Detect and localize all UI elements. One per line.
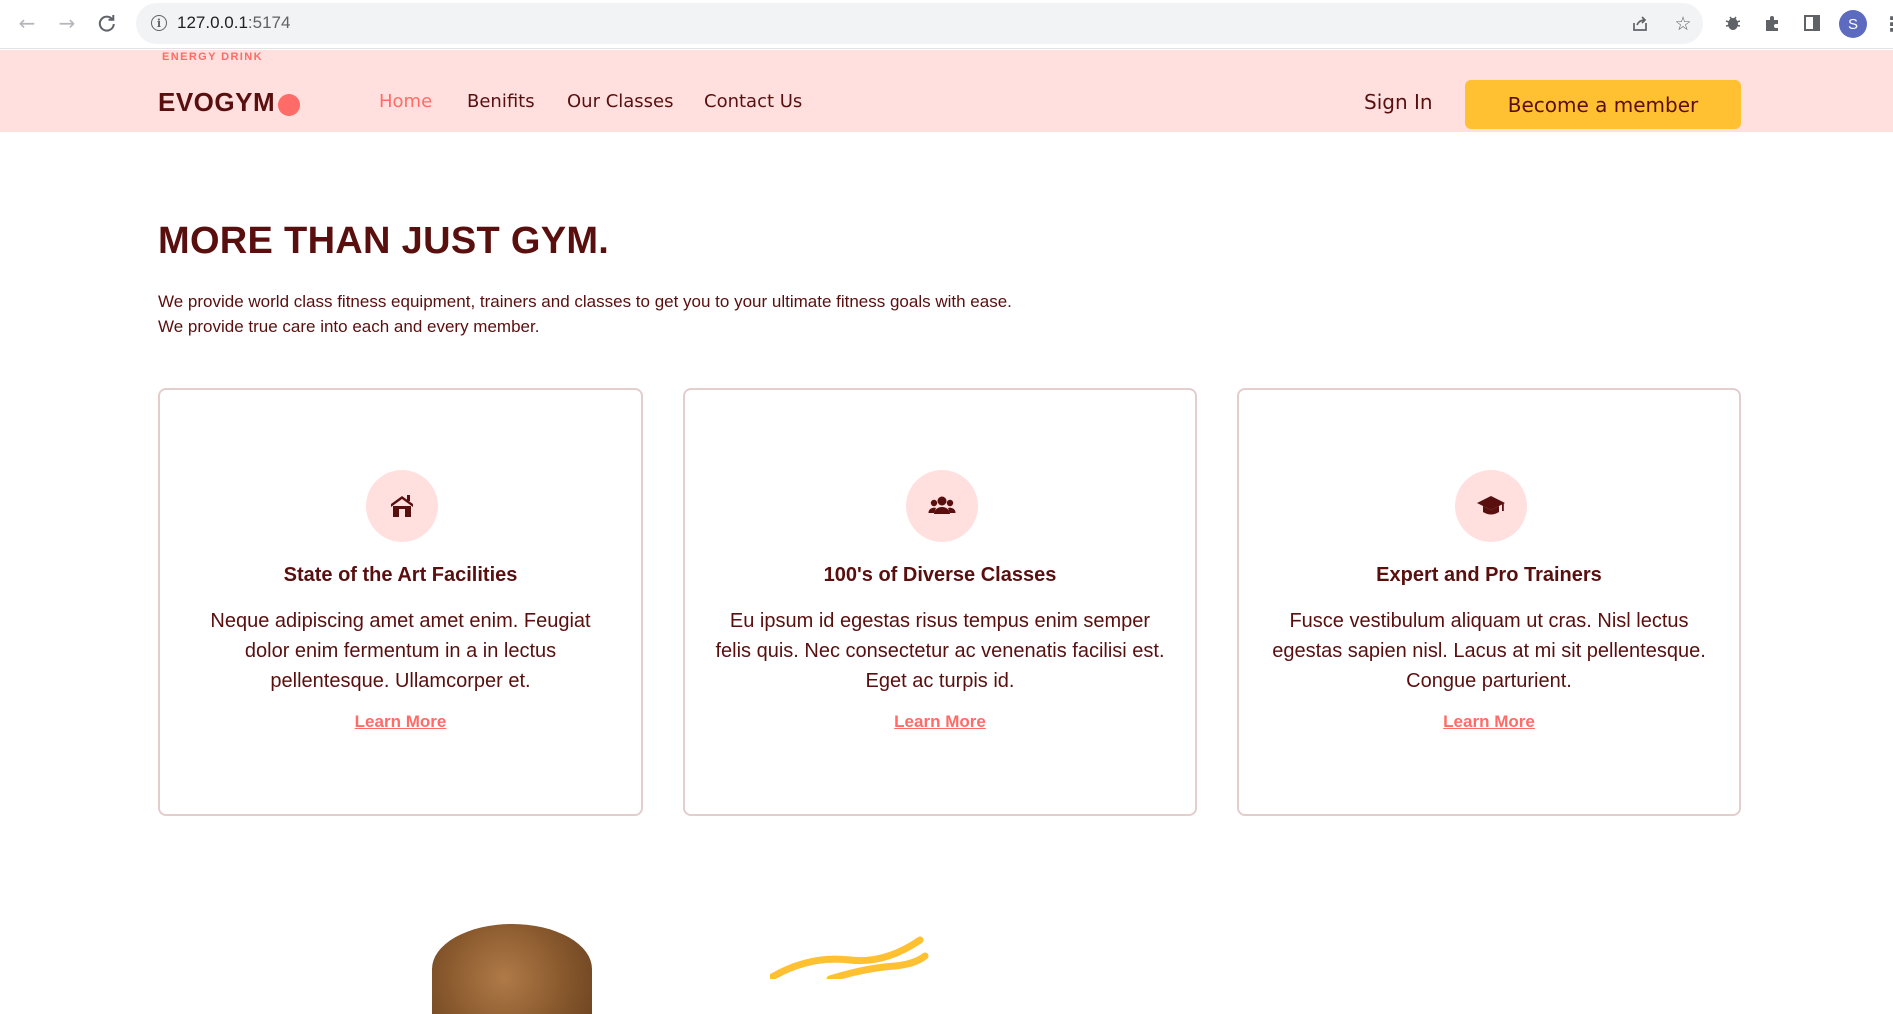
extensions-puzzle-icon[interactable] [1761, 11, 1785, 35]
decorative-squiggle [770, 936, 929, 979]
card-title: State of the Art Facilities [283, 564, 518, 586]
nav-link-contact-us[interactable]: Contact Us [704, 93, 802, 111]
logo-subtitle: ENERGY DRINK [162, 51, 263, 63]
become-member-button[interactable]: Become a member [1465, 80, 1741, 129]
home-icon [366, 470, 438, 542]
logo-dot-icon [278, 94, 300, 116]
card-text: Fusce vestibulum aliquam ut cras. Nisl l… [1272, 610, 1706, 692]
page-title: MORE THAN JUST GYM. [158, 220, 610, 262]
learn-more-link[interactable]: Learn More [1239, 712, 1739, 732]
learn-more-link[interactable]: Learn More [160, 712, 641, 732]
card-text: Eu ipsum id egestas risus tempus enim se… [715, 610, 1165, 692]
card-title: Expert and Pro Trainers [1376, 564, 1602, 586]
users-icon [906, 470, 978, 542]
browser-menu-icon[interactable]: ⋮ [1882, 12, 1893, 36]
learn-more-link[interactable]: Learn More [685, 712, 1195, 732]
graduation-cap-icon [1455, 470, 1527, 542]
profile-avatar[interactable]: S [1839, 10, 1867, 38]
url-text[interactable]: 127.0.0.1:5174 [177, 13, 290, 33]
logo[interactable]: EVOGYM [158, 89, 275, 115]
forward-arrow-icon[interactable]: → [53, 9, 81, 37]
side-panel-icon[interactable] [1800, 11, 1824, 35]
bug-extension-icon[interactable] [1721, 11, 1745, 35]
nav-link-home[interactable]: Home [379, 93, 432, 111]
share-icon[interactable] [1629, 13, 1651, 35]
card-text: Neque adipiscing amet amet enim. Feugiat… [210, 610, 591, 692]
hero-description: We provide world class fitness equipment… [158, 289, 1012, 339]
benefit-card-facilities: State of the Art Facilities Neque adipis… [158, 388, 643, 816]
site-info-icon[interactable]: i [151, 15, 167, 31]
benefit-card-classes: 100's of Diverse Classes Eu ipsum id ege… [683, 388, 1197, 816]
browser-toolbar: ← → i 127.0.0.1:5174 ☆ S ⋮ [0, 0, 1893, 49]
back-arrow-icon[interactable]: ← [13, 9, 41, 37]
card-title: 100's of Diverse Classes [823, 564, 1057, 586]
hero-description-line-1: We provide world class fitness equipment… [158, 292, 1012, 311]
sign-in-link[interactable]: Sign In [1364, 92, 1433, 112]
benefit-card-trainers: Expert and Pro Trainers Fusce vestibulum… [1237, 388, 1741, 816]
reload-icon[interactable] [93, 9, 121, 37]
bookmark-star-icon[interactable]: ☆ [1672, 13, 1694, 35]
site-navbar: ENERGY DRINK EVOGYM Home Benifits Our Cl… [0, 50, 1893, 132]
nav-link-benefits[interactable]: Benifits [467, 93, 535, 111]
person-image [432, 924, 592, 1014]
hero-description-line-2: We provide true care into each and every… [158, 317, 540, 336]
nav-link-our-classes[interactable]: Our Classes [567, 93, 674, 111]
address-bar[interactable]: i 127.0.0.1:5174 ☆ [136, 3, 1703, 44]
